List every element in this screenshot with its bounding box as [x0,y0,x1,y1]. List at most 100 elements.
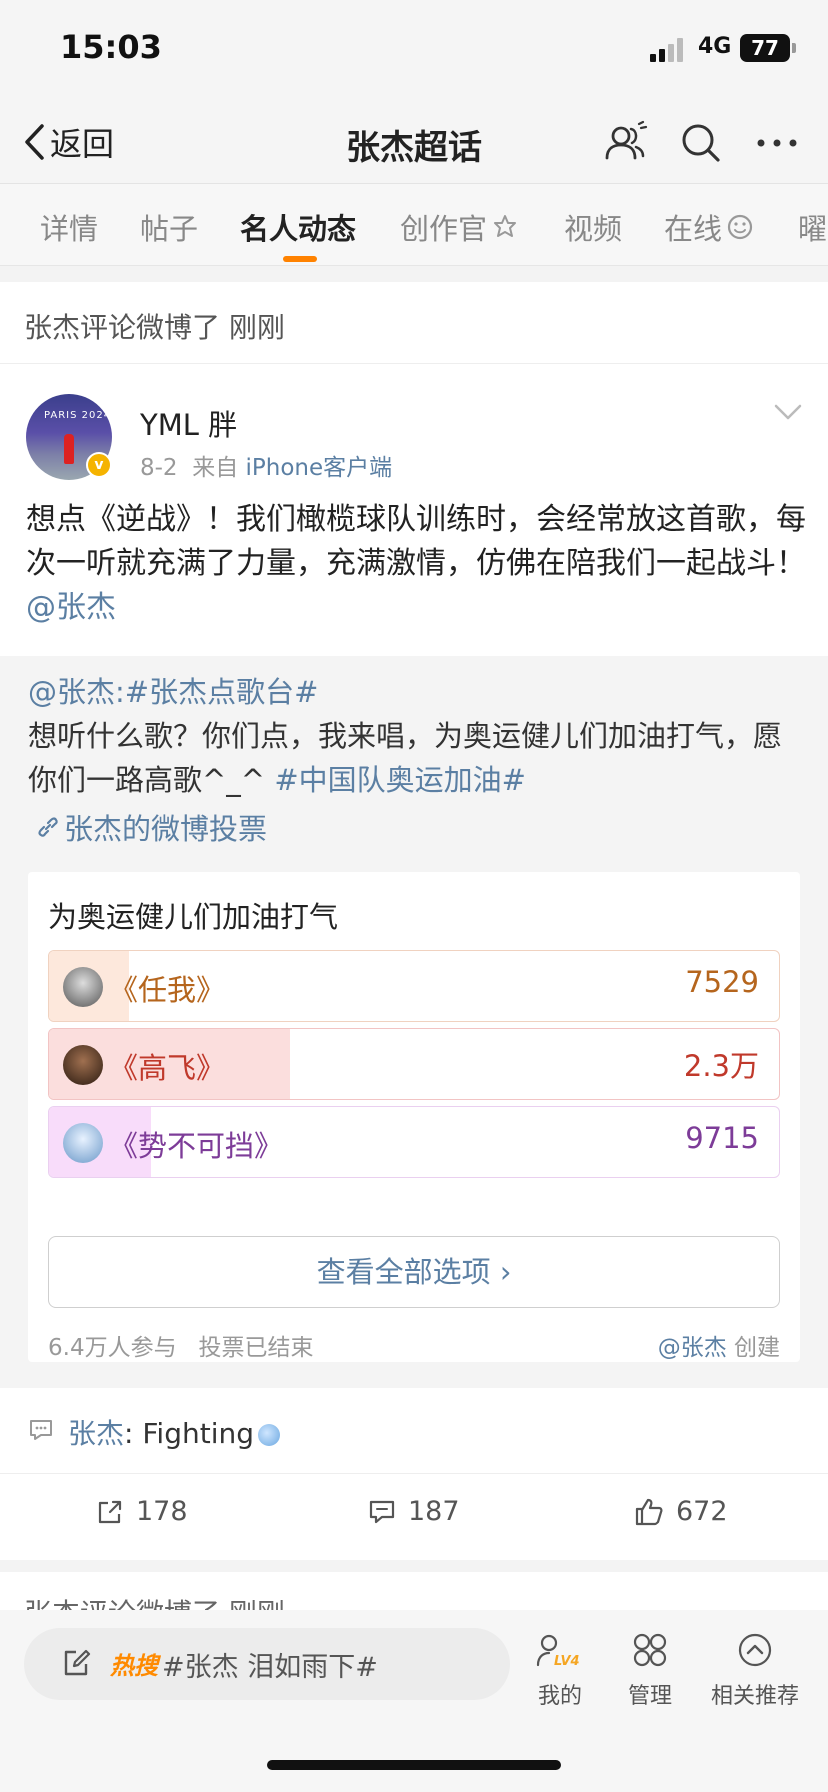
poll-card: 为奥运健儿们加油打气 《任我》 7529 《高飞》 2.3万 《势不可挡》 97… [28,872,800,1362]
tab-celebrity-updates[interactable]: 名人动态 [240,206,356,248]
option-thumbnail [63,1045,103,1085]
search-icon [682,124,720,162]
tab-label: 详情 [40,212,99,246]
comment-button[interactable]: 187 [368,1496,460,1527]
active-tab-indicator [283,256,317,262]
comment-row[interactable]: 张杰: Fighting [0,1388,828,1474]
tab-creator[interactable]: 创作官 [400,206,519,248]
repost-button[interactable]: 178 [96,1496,188,1527]
poll-creator-suffix: 创建 [734,1335,780,1361]
battery-icon: 77 [740,34,790,62]
topic-link-2[interactable]: #中国队奥运加油# [274,763,526,797]
tab-label: 在线 [664,212,723,246]
verified-badge-icon: v [86,452,112,478]
option-thumbnail [63,1123,103,1163]
topic-link[interactable]: #张杰点歌台# [125,675,319,709]
tab-bar: 详情 帖子 名人动态 创作官 视频 在线 曜 [0,184,828,266]
comment-text: 张杰: Fighting [68,1412,280,1452]
search-button[interactable] [676,118,726,168]
tab-label: 帖子 [140,212,199,246]
edit-icon [64,1649,91,1676]
more-button[interactable] [752,118,802,168]
comment-count: 187 [408,1496,460,1527]
poll-creator-link[interactable]: @张杰 [658,1335,727,1361]
post-source[interactable]: iPhone客户端 [246,455,393,481]
post-body: 想点《逆战》！我们橄榄球队训练时，会经常放这首歌，每次一听就充满了力量，充满激情… [26,498,806,630]
poll-option-label: 《高飞》 [109,1051,226,1085]
activity-header-text: 张杰评论微博了 刚刚 [24,311,285,344]
view-all-label: 查看全部选项 [316,1255,491,1289]
globe-emoji-icon [258,1424,280,1446]
nav-bar: 返回 张杰超话 [0,100,828,184]
comment-icon [30,1420,52,1440]
post-text: 想点《逆战》！我们橄榄球队训练时，会经常放这首歌，每次一听就充满了力量，充满激情… [26,502,806,581]
post-source-prefix: 来自 [192,455,239,481]
tab-details[interactable]: 详情 [40,206,98,248]
tab-label: 视频 [564,212,623,246]
bottom-item-label: 相关推荐 [710,1684,799,1709]
poll-creator: @张杰 创建 [658,1328,780,1362]
tab-online[interactable]: 在线 [664,206,754,248]
tab-videos[interactable]: 视频 [564,206,622,248]
poll-option-count: 7529 [685,965,759,999]
poll-option-count: 9715 [685,1121,759,1155]
action-bar: 178 187 672 [0,1474,828,1560]
poll-option[interactable]: 《高飞》 2.3万 [48,1028,780,1100]
avatar-caption: PARIS 2024 [44,410,112,421]
chevron-right-icon: › [499,1255,512,1289]
back-label: 返回 [50,125,115,163]
network-type: 4G [698,34,732,59]
chevron-down-icon[interactable] [772,400,804,424]
comment-body: : Fighting [124,1417,254,1450]
level-icon: LV4 [536,1634,580,1669]
bottom-item-manage[interactable]: 管理 [605,1632,695,1710]
tab-label: 创作官 [400,212,488,246]
bottom-item-mine[interactable]: LV4 我的 [515,1632,605,1710]
avatar-figure [64,434,74,464]
hot-search-tag: 热搜 [110,1652,158,1680]
hot-search-text: #张杰 泪如雨下# [162,1652,378,1683]
post-author[interactable]: YML 胖 [140,402,237,444]
link-icon [38,817,58,837]
like-count: 672 [676,1496,728,1527]
back-button[interactable]: 返回 [22,120,114,164]
post-card[interactable]: PARIS 2024 v YML 胖 8-2 来自 iPhone客户端 想点《逆… [0,364,828,656]
poll-title: 为奥运健儿们加油打气 [48,900,339,934]
home-indicator[interactable] [267,1760,561,1770]
post-meta: 8-2 来自 iPhone客户端 [140,448,392,482]
chevron-left-icon [25,124,44,160]
mention-link[interactable]: @张杰 [26,590,116,625]
grid-icon [633,1633,667,1667]
post-date: 8-2 [140,455,178,481]
comment-icon [369,1500,395,1523]
tab-posts[interactable]: 帖子 [140,206,198,248]
repost-block[interactable]: @张杰:#张杰点歌台# 想听什么歌？你们点，我来唱，为奥运健儿们加油打气，愿你们… [0,656,828,1388]
signal-icon [650,38,683,62]
poll-option[interactable]: 《势不可挡》 9715 [48,1106,780,1178]
status-time: 15:03 [60,28,162,66]
poll-option-label: 《任我》 [109,973,226,1007]
poll-option-count: 2.3万 [683,1049,759,1083]
vote-link[interactable]: 张杰的微博投票 [36,806,267,848]
vote-link-label: 张杰的微博投票 [64,812,268,846]
poll-option[interactable]: 《任我》 7529 [48,950,780,1022]
people-icon [605,120,648,160]
hot-search-bar[interactable]: 热搜 #张杰 泪如雨下# [24,1628,510,1700]
repost-author[interactable]: @张杰: [28,675,125,709]
bottom-item-label: 管理 [627,1684,672,1709]
tab-more[interactable]: 曜 [798,206,827,248]
comment-author[interactable]: 张杰 [68,1417,124,1450]
chevron-up-circle-icon [738,1633,772,1667]
smiley-icon [727,214,753,240]
like-button[interactable]: 672 [634,1496,728,1527]
view-all-options-button[interactable]: 查看全部选项 › [48,1236,780,1308]
more-icon [757,139,797,147]
poll-status: 投票已结束 [198,1335,314,1361]
activity-header: 张杰评论微博了 刚刚 [0,282,828,364]
fans-group-button[interactable] [600,118,650,168]
badge-icon [494,215,517,237]
option-thumbnail [63,967,103,1007]
bottom-item-recommend[interactable]: 相关推荐 [710,1632,800,1710]
tab-label: 名人动态 [240,212,357,246]
poll-option-label: 《势不可挡》 [109,1129,284,1163]
